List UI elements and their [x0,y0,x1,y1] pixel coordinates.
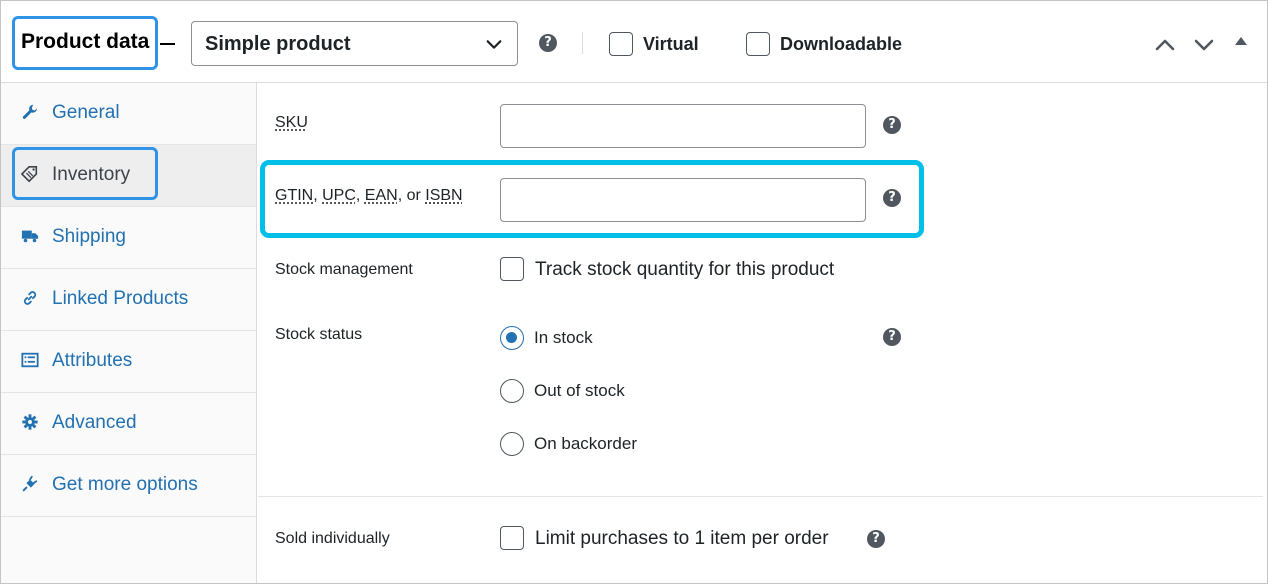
tab-general[interactable]: General [1,83,256,145]
move-up-icon[interactable] [1154,34,1176,56]
title-dash [160,43,175,45]
sku-label: SKU [275,114,308,132]
tab-attributes-label: Attributes [52,350,133,371]
in-stock-radio[interactable] [500,326,524,350]
upc-abbr: UPC [322,187,356,204]
sold-individually-option-label[interactable]: Limit purchases to 1 item per order [535,528,829,550]
panel-title: Product data [21,30,150,53]
tab-attributes[interactable]: Attributes [1,331,256,393]
tab-shipping[interactable]: Shipping [1,207,256,269]
track-stock-label[interactable]: Track stock quantity for this product [535,259,834,281]
truck-icon [21,230,39,243]
tab-shipping-label: Shipping [52,226,126,247]
downloadable-checkbox[interactable] [746,32,770,56]
gear-icon [22,414,38,430]
tab-general-label: General [52,102,120,123]
on-backorder-radio[interactable] [500,432,524,456]
downloadable-label[interactable]: Downloadable [780,34,902,55]
gtin-input[interactable] [500,178,866,222]
section-divider [258,496,1263,497]
sold-individually-label: Sold individually [275,530,390,547]
track-stock-checkbox[interactable] [500,257,524,281]
sku-help-icon[interactable]: ? [883,116,901,134]
sku-label-text: SKU [275,114,308,131]
product-type-select[interactable]: Simple product [191,21,518,66]
inventory-highlight [12,147,158,200]
out-of-stock-radio[interactable] [500,379,524,403]
help-icon[interactable]: ? [539,34,557,52]
sku-input[interactable] [500,104,866,148]
gtin-abbr: GTIN [275,187,314,204]
product-type-value: Simple product [205,33,351,55]
gtin-help-icon[interactable]: ? [883,189,901,207]
tab-linked-products[interactable]: Linked Products [1,269,256,331]
gtin-label: GTIN, UPC, EAN, or ISBN [275,187,463,204]
stock-status-help-icon[interactable]: ? [883,328,901,346]
tab-get-more-options-label: Get more options [52,474,198,495]
tab-get-more-options[interactable]: Get more options [1,455,256,517]
link-icon [23,291,37,305]
virtual-checkbox[interactable] [609,32,633,56]
virtual-label[interactable]: Virtual [643,34,699,55]
tab-linked-products-label: Linked Products [52,288,189,309]
stock-status-label: Stock status [275,326,363,343]
isbn-abbr: ISBN [425,187,463,204]
in-stock-label[interactable]: In stock [534,328,593,348]
ean-abbr: EAN [364,187,398,204]
product-data-panel: Product data Simple product ? Virtual Do… [0,0,1268,584]
sold-individually-checkbox[interactable] [500,526,524,550]
collapse-toggle-icon[interactable] [1233,33,1249,49]
move-down-icon[interactable] [1193,34,1215,56]
chevron-down-icon [486,40,502,49]
header-divider [582,32,583,54]
out-of-stock-label[interactable]: Out of stock [534,381,625,401]
product-data-header: Product data Simple product ? Virtual Do… [1,1,1267,83]
on-backorder-label[interactable]: On backorder [534,434,637,454]
sold-individually-help-icon[interactable]: ? [867,530,885,548]
stock-management-label: Stock management [275,261,413,278]
tab-advanced[interactable]: Advanced [1,393,256,455]
plugin-icon [22,475,38,492]
list-icon [21,352,39,368]
wrench-icon [22,104,37,119]
tab-advanced-label: Advanced [52,412,137,433]
